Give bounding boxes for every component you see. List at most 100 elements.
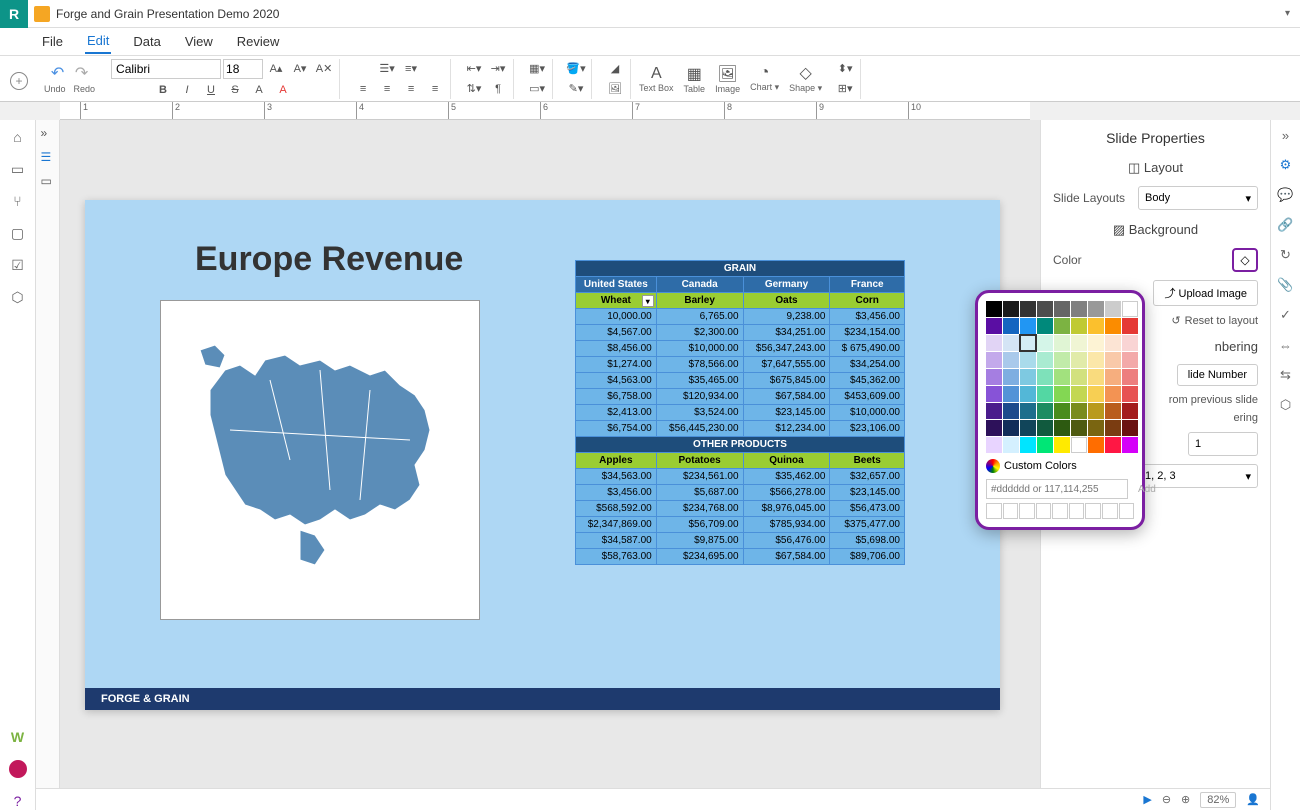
color-swatch[interactable] <box>1071 386 1087 402</box>
color-swatch[interactable] <box>1071 369 1087 385</box>
history-icon[interactable]: ↻ <box>1277 246 1295 264</box>
table-cell[interactable]: Wheat▾ <box>576 293 657 309</box>
align-objects-icon[interactable]: ⊞▾ <box>834 80 856 98</box>
table-cell[interactable]: $9,875.00 <box>656 533 743 549</box>
color-swatch[interactable] <box>1071 437 1087 453</box>
color-swatch[interactable] <box>1088 352 1104 368</box>
table-cell[interactable]: $7,647,555.00 <box>743 357 830 373</box>
table-cell[interactable]: $2,413.00 <box>576 405 657 421</box>
color-swatch[interactable] <box>1037 335 1053 351</box>
menu-item-edit[interactable]: Edit <box>85 29 111 54</box>
color-swatch[interactable] <box>1037 369 1053 385</box>
table-cell[interactable]: $4,567.00 <box>576 325 657 341</box>
color-swatch[interactable] <box>1122 301 1138 317</box>
data-table[interactable]: GRAINUnited StatesCanadaGermanyFranceWhe… <box>575 260 905 565</box>
table-cell[interactable]: $234,154.00 <box>830 325 905 341</box>
color-swatch[interactable] <box>1088 318 1104 334</box>
color-swatch[interactable] <box>1122 420 1138 436</box>
shape-button[interactable]: ◇Shape ▾ <box>789 63 822 94</box>
color-swatch[interactable] <box>1105 301 1121 317</box>
table-cell[interactable]: Germany <box>743 277 830 293</box>
color-swatch[interactable] <box>986 437 1002 453</box>
color-swatch[interactable] <box>1071 403 1087 419</box>
zoom-in-icon[interactable]: ⊕ <box>1181 793 1190 806</box>
background-color-button[interactable]: ◇ <box>1232 248 1258 272</box>
zoom-level[interactable]: 82% <box>1200 792 1236 808</box>
color-swatch[interactable] <box>1037 420 1053 436</box>
title-dropdown-icon[interactable]: ▾ <box>1285 8 1290 19</box>
table-cell[interactable]: $35,462.00 <box>743 469 830 485</box>
color-swatch[interactable] <box>1020 352 1036 368</box>
custom-swatch[interactable] <box>986 503 1002 519</box>
slide-number-button[interactable]: lide Number <box>1177 364 1258 386</box>
custom-swatch[interactable] <box>1052 503 1068 519</box>
settings-gear-icon[interactable]: ⚙ <box>1277 156 1295 174</box>
color-swatch[interactable] <box>1054 369 1070 385</box>
color-swatch[interactable] <box>1003 386 1019 402</box>
color-swatch[interactable] <box>1037 386 1053 402</box>
color-swatch[interactable] <box>1037 352 1053 368</box>
color-swatch[interactable] <box>1003 437 1019 453</box>
play-icon[interactable]: ▶ <box>1143 793 1151 806</box>
redo-icon[interactable]: ↷ <box>71 64 93 82</box>
table-cell[interactable]: $234,561.00 <box>656 469 743 485</box>
table-cell[interactable]: $56,709.00 <box>656 517 743 533</box>
table-cell[interactable]: $67,584.00 <box>743 549 830 565</box>
table-cell[interactable]: $234,768.00 <box>656 501 743 517</box>
custom-swatch[interactable] <box>1036 503 1052 519</box>
table-cell[interactable]: $56,445,230.00 <box>656 421 743 437</box>
table-cell[interactable]: $3,524.00 <box>656 405 743 421</box>
text-highlight-icon[interactable]: A <box>248 81 270 99</box>
color-swatch[interactable] <box>1105 420 1121 436</box>
color-swatch[interactable] <box>1054 386 1070 402</box>
attachment-icon[interactable]: 📎 <box>1277 276 1295 294</box>
table-cell[interactable]: $56,476.00 <box>743 533 830 549</box>
color-swatch[interactable] <box>1122 335 1138 351</box>
custom-swatch[interactable] <box>1119 503 1135 519</box>
table-cell[interactable]: $34,251.00 <box>743 325 830 341</box>
strike-icon[interactable]: S <box>224 81 246 99</box>
color-swatch[interactable] <box>1037 301 1053 317</box>
table-cell[interactable]: Canada <box>656 277 743 293</box>
borders-icon[interactable]: ▦▾ <box>526 60 548 78</box>
table-cell[interactable]: $35,465.00 <box>656 373 743 389</box>
table-cell[interactable]: $2,300.00 <box>656 325 743 341</box>
color-swatch[interactable] <box>1020 403 1036 419</box>
text-color-icon[interactable]: A <box>272 81 294 99</box>
add-slide-button[interactable]: + <box>10 72 28 90</box>
table-cell[interactable]: $568,592.00 <box>576 501 657 517</box>
table-cell[interactable]: $58,763.00 <box>576 549 657 565</box>
table-cell[interactable]: $34,587.00 <box>576 533 657 549</box>
slides-icon[interactable]: ▭ <box>41 174 55 188</box>
table-cell[interactable]: $23,145.00 <box>743 405 830 421</box>
line-spacing-icon[interactable]: ⇅▾ <box>463 80 485 98</box>
table-cell[interactable]: $785,934.00 <box>743 517 830 533</box>
table-cell[interactable]: $34,254.00 <box>830 357 905 373</box>
color-swatch[interactable] <box>1122 369 1138 385</box>
table-cell[interactable]: Barley <box>656 293 743 309</box>
color-swatch[interactable] <box>986 301 1002 317</box>
document-title[interactable]: Forge and Grain Presentation Demo 2020 <box>56 7 279 21</box>
table-cell[interactable]: $23,145.00 <box>830 485 905 501</box>
color-swatch[interactable] <box>1003 352 1019 368</box>
decrease-font-icon[interactable]: A▾ <box>289 60 311 78</box>
color-swatch[interactable] <box>1020 386 1036 402</box>
slide[interactable]: Europe Revenue GRAINUnited StatesCanadaG… <box>85 200 1000 710</box>
cube-icon[interactable]: ⬡ <box>1277 396 1295 414</box>
table-cell[interactable]: $8,456.00 <box>576 341 657 357</box>
table-cell[interactable]: $2,347,869.00 <box>576 517 657 533</box>
help-icon[interactable]: ? <box>9 792 27 810</box>
table-cell[interactable]: $6,758.00 <box>576 389 657 405</box>
custom-swatch[interactable] <box>1085 503 1101 519</box>
align-left-icon[interactable]: ≡ <box>352 80 374 98</box>
table-cell[interactable]: $3,456.00 <box>576 485 657 501</box>
table-cell[interactable]: $56,347,243.00 <box>743 341 830 357</box>
color-swatch[interactable] <box>1088 420 1104 436</box>
menu-item-data[interactable]: Data <box>131 30 162 53</box>
font-size-select[interactable] <box>223 59 263 79</box>
link-icon[interactable]: 🔗 <box>1277 216 1295 234</box>
custom-swatch[interactable] <box>1102 503 1118 519</box>
picture-icon[interactable]: 🖼 <box>604 80 626 98</box>
color-swatch[interactable] <box>1037 403 1053 419</box>
color-swatch[interactable] <box>986 420 1002 436</box>
